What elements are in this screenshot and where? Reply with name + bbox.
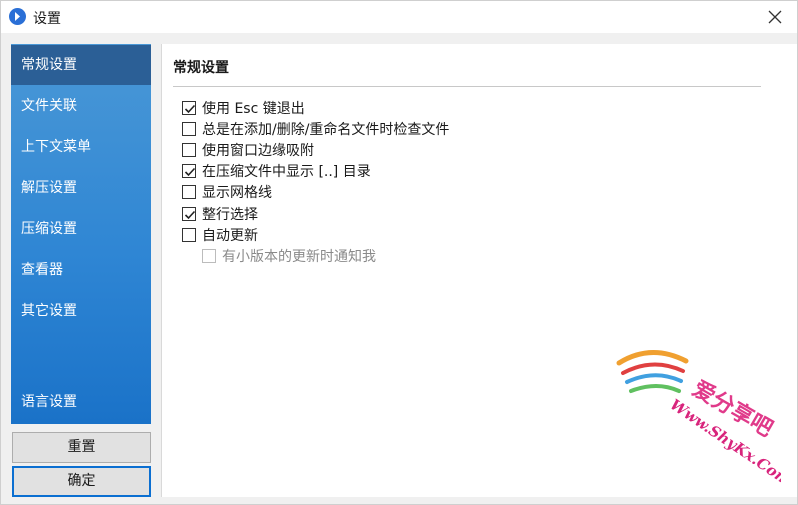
ok-button[interactable]: 确定 — [12, 466, 151, 497]
option-label: 总是在添加/删除/重命名文件时检查文件 — [202, 122, 450, 138]
option-label: 整行选择 — [202, 207, 258, 223]
sidebar-item-context-menu[interactable]: 上下文菜单 — [11, 127, 151, 167]
option-minor-update-notify: 有小版本的更新时通知我 — [202, 246, 376, 266]
option-checkbox[interactable] — [182, 143, 196, 157]
watermark-logo: 爱分享吧 Www.ShyKx.Com — [616, 350, 781, 486]
option-checkbox[interactable] — [182, 228, 196, 242]
checkmark-icon — [184, 210, 196, 220]
option-label: 使用 Esc 键退出 — [202, 101, 305, 117]
option-checkbox[interactable] — [182, 101, 196, 115]
sidebar-item-extract[interactable]: 解压设置 — [11, 168, 151, 208]
option-label: 显示网格线 — [202, 185, 272, 201]
sidebar-item-general[interactable]: 常规设置 — [11, 45, 151, 85]
section-title: 常规设置 — [173, 60, 229, 76]
checkmark-icon — [184, 104, 196, 114]
option-edge-snap[interactable]: 使用窗口边缘吸附 — [182, 140, 314, 160]
close-icon — [768, 10, 782, 24]
sidebar-item-language[interactable]: 语言设置 — [11, 382, 151, 422]
sidebar-nav: 常规设置 文件关联 上下文菜单 解压设置 压缩设置 查看器 其它设置 语言设置 — [11, 44, 151, 424]
option-check-files[interactable]: 总是在添加/删除/重命名文件时检查文件 — [182, 119, 449, 139]
settings-window: 设置 常规设置 文件关联 上下文菜单 解压设置 压缩设置 查看器 其它设置 语言… — [0, 0, 798, 505]
option-checkbox[interactable] — [182, 122, 196, 136]
sidebar-item-compress[interactable]: 压缩设置 — [11, 209, 151, 249]
window-title: 设置 — [33, 11, 61, 27]
close-button[interactable] — [753, 1, 797, 33]
option-checkbox[interactable] — [182, 185, 196, 199]
option-full-row-select[interactable]: 整行选择 — [182, 204, 258, 224]
option-label: 使用窗口边缘吸附 — [202, 143, 314, 159]
option-show-parent-dir[interactable]: 在压缩文件中显示 [..] 目录 — [182, 161, 371, 181]
app-logo-icon — [9, 8, 26, 25]
option-label: 在压缩文件中显示 [..] 目录 — [202, 164, 371, 180]
section-divider — [173, 86, 761, 87]
option-gridlines[interactable]: 显示网格线 — [182, 182, 272, 202]
checkmark-icon — [184, 167, 196, 177]
option-checkbox[interactable] — [182, 207, 196, 221]
option-auto-update[interactable]: 自动更新 — [182, 225, 258, 245]
reset-button[interactable]: 重置 — [12, 432, 151, 463]
title-bar: 设置 — [1, 1, 797, 33]
option-label: 自动更新 — [202, 228, 258, 244]
sidebar-item-other[interactable]: 其它设置 — [11, 291, 151, 331]
option-checkbox — [202, 249, 216, 263]
sidebar-item-viewer[interactable]: 查看器 — [11, 250, 151, 290]
option-label: 有小版本的更新时通知我 — [222, 249, 376, 265]
sidebar-item-file-association[interactable]: 文件关联 — [11, 86, 151, 126]
option-esc-exit[interactable]: 使用 Esc 键退出 — [182, 98, 305, 118]
option-checkbox[interactable] — [182, 164, 196, 178]
